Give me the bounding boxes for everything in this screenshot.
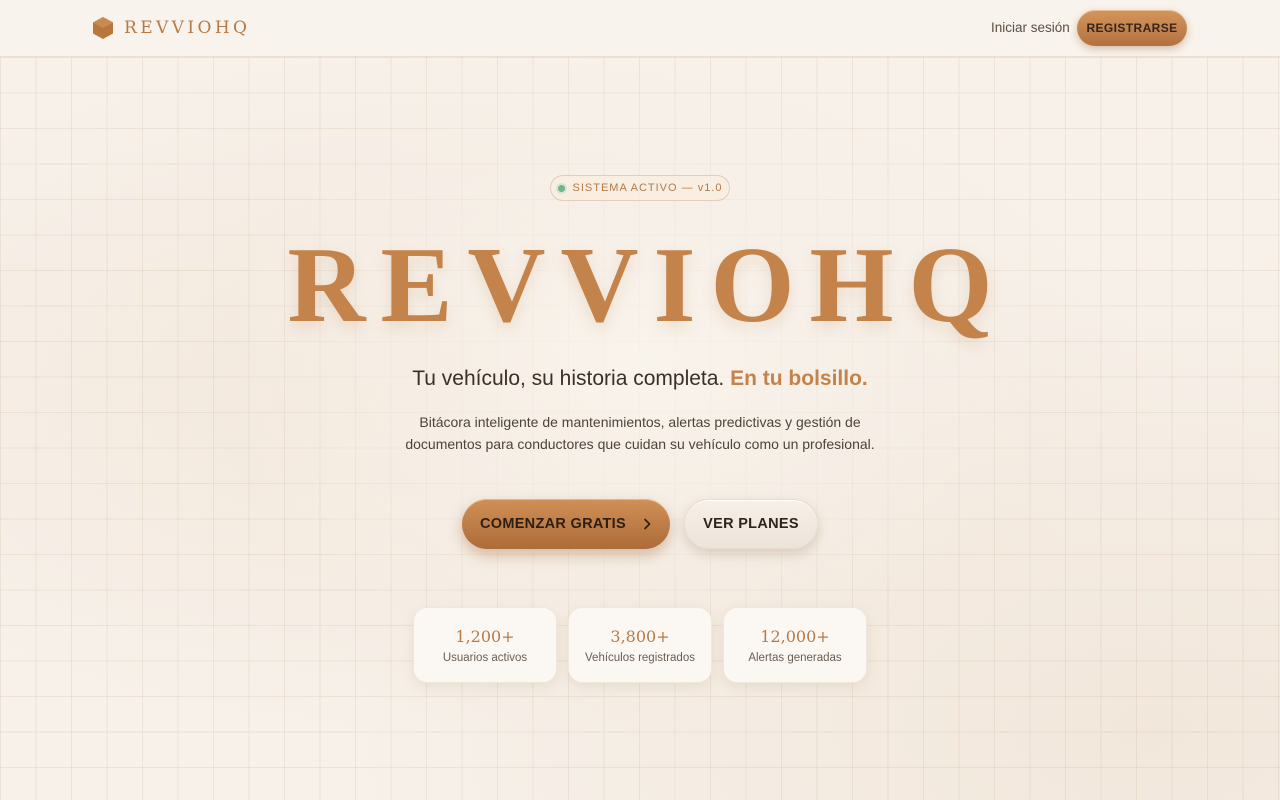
chevron-right-icon — [644, 518, 651, 530]
stat-label: Alertas generadas — [748, 652, 842, 664]
start-free-label: COMENZAR GRATIS — [479, 516, 626, 532]
stat-label: Vehículos registrados — [585, 652, 695, 664]
top-nav: REVVIOHQ Iniciar sesión REGISTRARSE — [0, 0, 1280, 57]
stat-label: Usuarios activos — [442, 652, 528, 664]
stat-card-alerts: 12,000+ Alertas generadas — [723, 607, 867, 683]
hero-glow — [240, 80, 1040, 640]
hero-title: REVVIOHQ — [287, 226, 1008, 345]
start-free-button[interactable]: COMENZAR GRATIS — [462, 499, 670, 549]
hero-subtitle: Bitácora inteligente de mantenimientos, … — [405, 414, 875, 452]
tagline-accent: En tu bolsillo. — [730, 367, 868, 390]
status-badge: SISTEMA ACTIVO — v1.0 — [550, 175, 730, 201]
stat-value: 1,200+ — [455, 627, 515, 646]
register-button[interactable]: REGISTRARSE — [1077, 10, 1187, 46]
status-dot — [557, 184, 565, 192]
view-plans-button[interactable]: VER PLANES — [684, 499, 818, 549]
tagline-main: Tu vehículo, su historia completa. — [412, 367, 725, 390]
status-badge-text: SISTEMA ACTIVO — v1.0 — [572, 182, 723, 194]
stat-card-vehicles: 3,800+ Vehículos registrados — [568, 607, 712, 683]
logo-link[interactable]: REVVIOHQ — [92, 16, 250, 40]
hero-tagline: Tu vehículo, su historia completa. En tu… — [0, 367, 1280, 391]
stat-value: 12,000+ — [760, 627, 830, 646]
stat-value: 3,800+ — [610, 627, 670, 646]
login-link[interactable]: Iniciar sesión — [991, 20, 1070, 35]
stat-card-users: 1,200+ Usuarios activos — [413, 607, 557, 683]
hexagon-icon — [93, 17, 113, 39]
logo-text: REVVIOHQ — [124, 18, 251, 38]
